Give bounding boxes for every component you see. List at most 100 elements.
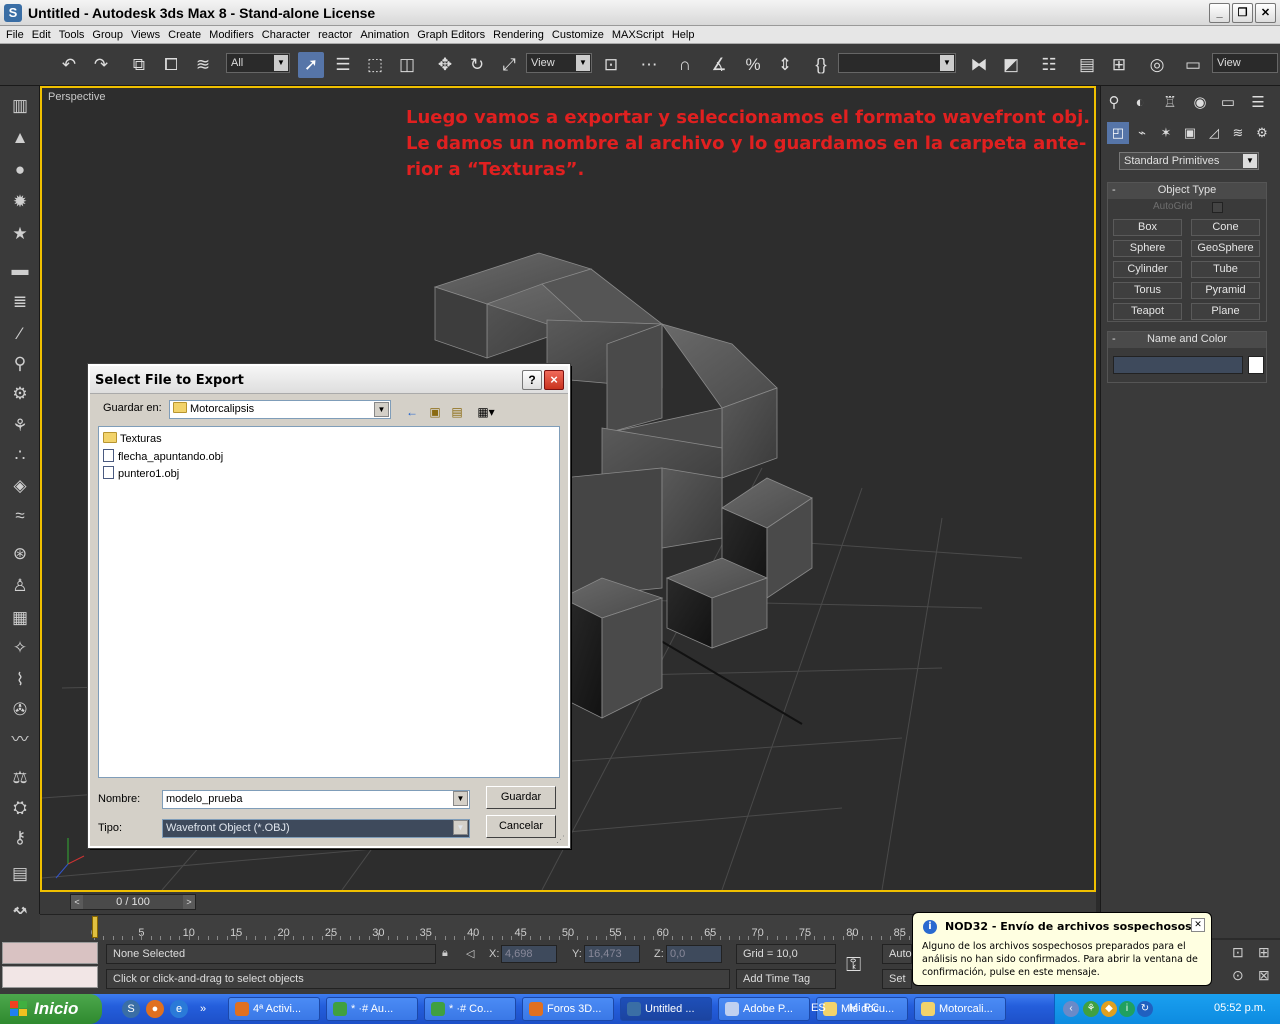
link-icon[interactable]: ⧉ [126, 52, 152, 78]
manipulate-icon[interactable]: ⋯ [636, 52, 662, 78]
nod32-notification[interactable]: i NOD32 - Envío de archivos sospechosos … [912, 912, 1212, 986]
task-item[interactable]: Foros 3D... [522, 997, 614, 1021]
clock[interactable]: 05:52 p.m. [1214, 1002, 1266, 1014]
render-scene-icon[interactable]: ▭ [1180, 52, 1206, 78]
time-slider[interactable]: < 0 / 100 > [70, 894, 196, 910]
shapes-icon[interactable]: ⌁ [1131, 122, 1153, 144]
selection-filter-dropdown[interactable]: All ▼ [226, 53, 290, 73]
y-coordinate[interactable]: 16,473 [584, 945, 640, 963]
zoom-all-icon[interactable]: ⊞ [1258, 944, 1270, 961]
reference-coordinate-dropdown[interactable]: View ▼ [526, 53, 592, 73]
objects-icon[interactable]: ▥ [7, 94, 33, 118]
shield-icon[interactable]: ◆ [1101, 1001, 1117, 1017]
toy-car-icon[interactable]: ⛭ [7, 796, 33, 820]
menu-help[interactable]: Help [670, 29, 701, 41]
object-name-field[interactable] [1113, 356, 1243, 374]
star-icon[interactable]: ★ [7, 222, 33, 246]
hierarchy-tab-icon[interactable]: ♖ [1159, 92, 1181, 114]
menu-animation[interactable]: Animation [358, 29, 415, 41]
chevron-down-icon[interactable]: ▼ [453, 791, 468, 806]
window-crossing-icon[interactable]: ◫ [394, 52, 420, 78]
close-button[interactable]: ✕ [1255, 3, 1276, 23]
quicklaunch-firefox-icon[interactable]: ● [146, 1000, 164, 1018]
select-object-icon[interactable]: ➚ [298, 52, 324, 78]
save-in-dropdown[interactable]: Motorcalipsis ▼ [169, 400, 391, 419]
rotate-icon[interactable]: ↻ [464, 52, 490, 78]
spinner-snap-icon[interactable]: ⇕ [772, 52, 798, 78]
quicklaunch-3dsmax-icon[interactable]: S [122, 1000, 140, 1018]
prev-frame-icon[interactable]: < [71, 895, 83, 909]
layer-manager-icon[interactable]: ☷ [1036, 52, 1062, 78]
named-selection-sets-dropdown[interactable]: ▼ [838, 53, 956, 73]
align-icon[interactable]: ◩ [998, 52, 1024, 78]
object-category-dropdown[interactable]: Standard Primitives ▼ [1119, 152, 1259, 170]
object-type-header[interactable]: - Object Type [1108, 183, 1266, 199]
pivot-center-icon[interactable]: ⊡ [598, 52, 624, 78]
cameras-icon[interactable]: ▣ [1179, 122, 1201, 144]
pan-icon[interactable]: ⊙ [1232, 967, 1244, 984]
start-button[interactable]: Inicio [0, 994, 102, 1024]
auto-key-button[interactable]: Auto [882, 944, 912, 964]
undo-icon[interactable]: ↶ [56, 52, 82, 78]
name-color-header[interactable]: - Name and Color [1108, 332, 1266, 348]
task-item-active[interactable]: Untitled ... [620, 997, 712, 1021]
cylinder-icon[interactable]: ≣ [7, 290, 33, 314]
set-key-button[interactable]: Set [882, 969, 912, 989]
modify-tab-icon[interactable]: ◐ [1129, 92, 1151, 114]
wave-icon[interactable]: ≈ [7, 504, 33, 528]
cone-icon[interactable]: ▲ [7, 126, 33, 150]
space-warps-icon[interactable]: ≋ [1227, 122, 1249, 144]
move-icon[interactable]: ✥ [432, 52, 458, 78]
mirror-icon[interactable]: ⧓ [966, 52, 992, 78]
cone-button[interactable]: Cone [1191, 219, 1260, 236]
back-icon[interactable]: ← [403, 404, 421, 420]
add-time-tag[interactable]: Add Time Tag [736, 969, 836, 989]
menu-edit[interactable]: Edit [30, 29, 57, 41]
new-folder-icon[interactable]: ▤ [448, 404, 466, 420]
menu-customize[interactable]: Customize [550, 29, 610, 41]
box-icon[interactable]: ▬ [7, 258, 33, 282]
current-frame-marker[interactable] [92, 916, 98, 938]
sphere-button[interactable]: Sphere [1113, 240, 1182, 257]
schematic-view-icon[interactable]: ⊞ [1106, 52, 1132, 78]
tube-icon[interactable]: ⁄ [7, 322, 33, 346]
task-item[interactable]: 4ª Activi... [228, 997, 320, 1021]
reactor-icon[interactable]: ⊛ [7, 542, 33, 566]
key-icon[interactable]: ⚿ [846, 954, 861, 977]
teapot-button[interactable]: Teapot [1113, 303, 1182, 320]
task-item[interactable]: Adobe P... [718, 997, 810, 1021]
menu-rendering[interactable]: Rendering [491, 29, 550, 41]
restore-button[interactable]: ❐ [1232, 3, 1253, 23]
autogrid-checkbox[interactable] [1212, 202, 1223, 213]
lock-icon[interactable]: 🔒︎ [442, 947, 448, 960]
rope-icon[interactable]: ⌇ [7, 668, 33, 692]
viewport-label[interactable]: Perspective [48, 91, 105, 103]
file-list[interactable]: Texturas flecha_apuntando.obj puntero1.o… [98, 426, 560, 778]
bind-space-warp-icon[interactable]: ≋ [190, 52, 216, 78]
systems-icon[interactable]: ⚙ [1251, 122, 1273, 144]
tube-button[interactable]: Tube [1191, 261, 1260, 278]
constraint-icon[interactable]: ✧ [7, 636, 33, 660]
next-frame-icon[interactable]: > [183, 895, 195, 909]
app-icon[interactable]: S [4, 4, 22, 22]
quicklaunch-more-icon[interactable]: » [194, 1000, 212, 1018]
geometry-icon[interactable]: ◰ [1107, 122, 1129, 144]
notification-close-button[interactable]: ✕ [1191, 918, 1205, 932]
redo-icon[interactable]: ↷ [88, 52, 114, 78]
transform-mode-icon[interactable]: ◁ [466, 947, 474, 960]
rectangular-selection-icon[interactable]: ⬚ [362, 52, 388, 78]
lights-icon[interactable]: ✹ [7, 190, 33, 214]
spring-icon[interactable]: 〰 [7, 728, 33, 752]
display-tab-icon[interactable]: ▭ [1217, 92, 1239, 114]
menu-views[interactable]: Views [129, 29, 166, 41]
resize-grip-icon[interactable]: ⋰ [556, 834, 566, 844]
language-indicator[interactable]: ES [811, 1002, 826, 1014]
zoom-extents-icon[interactable]: ⊡ [1232, 944, 1244, 961]
task-item[interactable]: * ·# Co... [424, 997, 516, 1021]
sphere-icon[interactable]: ● [7, 158, 33, 182]
object-color-swatch[interactable] [1248, 356, 1264, 374]
scale-icon[interactable]: ⤢ [496, 52, 522, 78]
list-item-file[interactable]: puntero1.obj [103, 466, 179, 480]
helper-icon[interactable]: ⚲ [7, 352, 33, 376]
edit-named-selections-icon[interactable]: {} [808, 52, 834, 78]
